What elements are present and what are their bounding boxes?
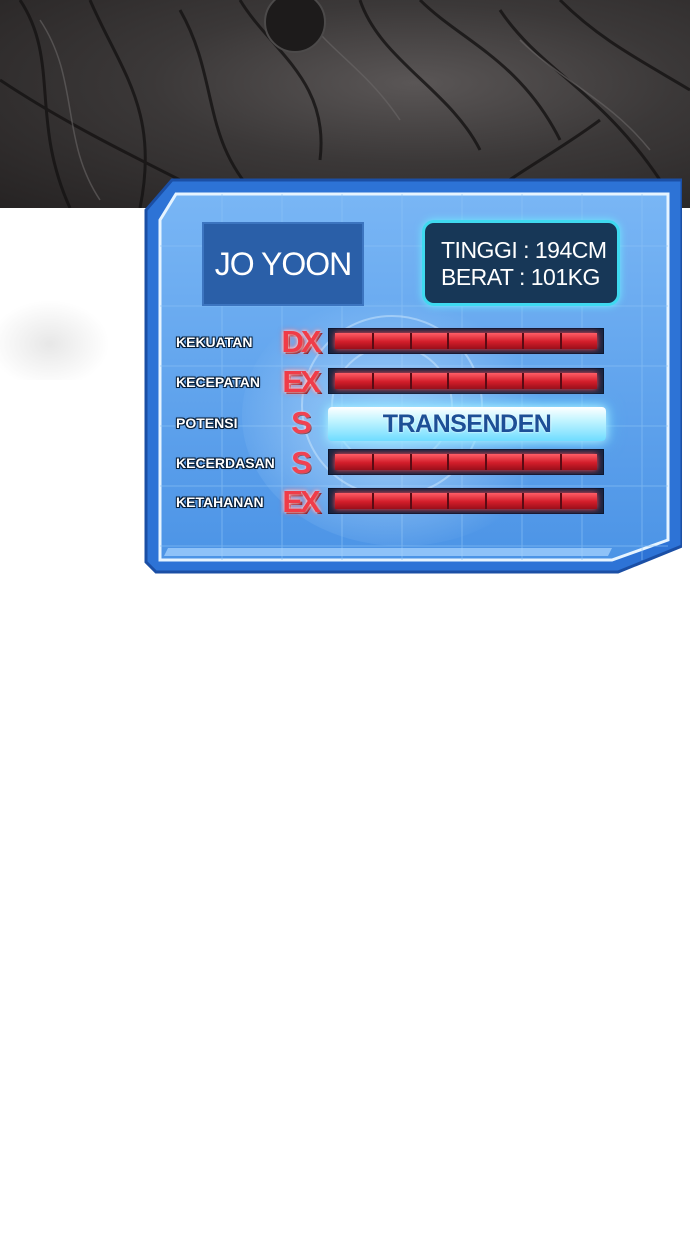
stat-row-kekuatan: KEKUATAN DX: [176, 324, 606, 359]
stat-grade: EX: [282, 364, 320, 399]
stat-bar: [328, 328, 604, 354]
stat-grade: DX: [281, 324, 321, 359]
stat-value-transcendent: TRANSENDEN: [328, 407, 606, 441]
stat-label: KECERDASAN: [176, 455, 275, 471]
bar-segment-divider: [372, 454, 375, 470]
bar-segment-divider: [522, 333, 525, 349]
stat-grade: S: [291, 445, 312, 480]
height-text: TINGGI : 194CM: [441, 237, 607, 263]
stat-row-potensi: POTENSI S TRANSENDEN: [176, 405, 606, 441]
stat-bar: [328, 488, 604, 514]
stat-bar: [328, 449, 604, 475]
stat-row-kecerdasan: KECERDASAN S: [176, 445, 606, 480]
bar-segment-divider: [409, 454, 412, 470]
bar-segment-divider: [409, 493, 412, 509]
status-card: JO YOON TINGGI : 194CM BERAT : 101KG KEK…: [142, 176, 682, 576]
bar-segment-divider: [522, 454, 525, 470]
bar-segment-divider: [372, 493, 375, 509]
bar-segment-divider: [409, 373, 412, 389]
measurements-box: TINGGI : 194CM BERAT : 101KG: [422, 220, 620, 306]
stat-label: KEKUATAN: [176, 334, 253, 350]
bar-segment-divider: [484, 373, 487, 389]
bar-segment-divider: [372, 333, 375, 349]
bar-segment-divider: [522, 373, 525, 389]
bar-segment-divider: [559, 493, 562, 509]
background-smudge: [0, 300, 110, 380]
stat-bar-fill: [335, 373, 597, 389]
bar-segment-divider: [372, 373, 375, 389]
bar-segment-divider: [447, 454, 450, 470]
bar-segment-divider: [447, 373, 450, 389]
stat-label: KETAHANAN: [176, 494, 264, 510]
stat-grade: EX: [282, 484, 320, 519]
stat-row-kecepatan: KECEPATAN EX: [176, 364, 606, 399]
bar-segment-divider: [484, 333, 487, 349]
character-name: JO YOON: [202, 222, 364, 306]
stat-bar-fill: [335, 333, 597, 349]
bar-segment-divider: [522, 493, 525, 509]
stat-row-ketahanan: KETAHANAN EX: [176, 484, 606, 519]
bar-segment-divider: [484, 454, 487, 470]
bar-segment-divider: [447, 493, 450, 509]
stat-bar: [328, 368, 604, 394]
bar-segment-divider: [559, 333, 562, 349]
bar-segment-divider: [409, 333, 412, 349]
bar-segment-divider: [559, 454, 562, 470]
stat-bar-fill: [335, 454, 597, 470]
bar-segment-divider: [559, 373, 562, 389]
bar-segment-divider: [447, 333, 450, 349]
stat-grade: S: [291, 405, 312, 440]
stat-label: POTENSI: [176, 415, 238, 431]
bar-segment-divider: [484, 493, 487, 509]
stat-label: KECEPATAN: [176, 374, 260, 390]
weight-text: BERAT : 101KG: [441, 264, 600, 290]
stat-bar-fill: [335, 493, 597, 509]
